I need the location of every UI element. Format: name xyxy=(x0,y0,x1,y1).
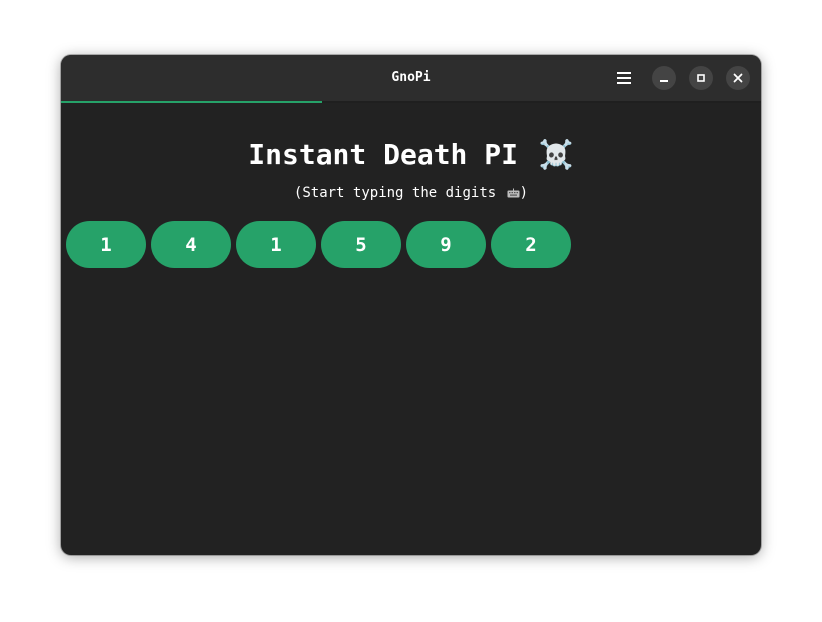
digit-pill: 4 xyxy=(151,221,231,268)
app-window: GnoPi Instant Death PI ☠️ (Start typing … xyxy=(61,55,761,555)
digit-pill: 1 xyxy=(236,221,316,268)
page-title-text: Instant Death PI xyxy=(248,138,518,171)
main-content: Instant Death PI ☠️ (Start typing the di… xyxy=(61,103,761,555)
hamburger-menu-icon xyxy=(617,72,631,84)
minimize-icon xyxy=(660,80,668,82)
maximize-icon xyxy=(697,74,705,82)
close-button[interactable] xyxy=(726,66,750,90)
maximize-button[interactable] xyxy=(689,66,713,90)
subtitle-close: ) xyxy=(519,185,529,201)
minimize-button[interactable] xyxy=(652,66,676,90)
digit-pill: 1 xyxy=(66,221,146,268)
digit-pill: 2 xyxy=(491,221,571,268)
typed-digits: 141592 xyxy=(66,221,571,268)
subtitle-text: (Start typing the digits xyxy=(293,185,497,201)
header-bar[interactable]: GnoPi xyxy=(61,55,761,101)
digit-pill: 5 xyxy=(321,221,401,268)
main-menu-button[interactable] xyxy=(612,66,636,90)
digit-pill: 9 xyxy=(406,221,486,268)
keyboard-icon xyxy=(507,188,520,198)
close-icon xyxy=(733,73,743,83)
page-title: Instant Death PI ☠️ xyxy=(61,135,761,175)
skull-crossbones-icon: ☠️ xyxy=(538,138,574,171)
subtitle: (Start typing the digits ) xyxy=(61,183,761,203)
